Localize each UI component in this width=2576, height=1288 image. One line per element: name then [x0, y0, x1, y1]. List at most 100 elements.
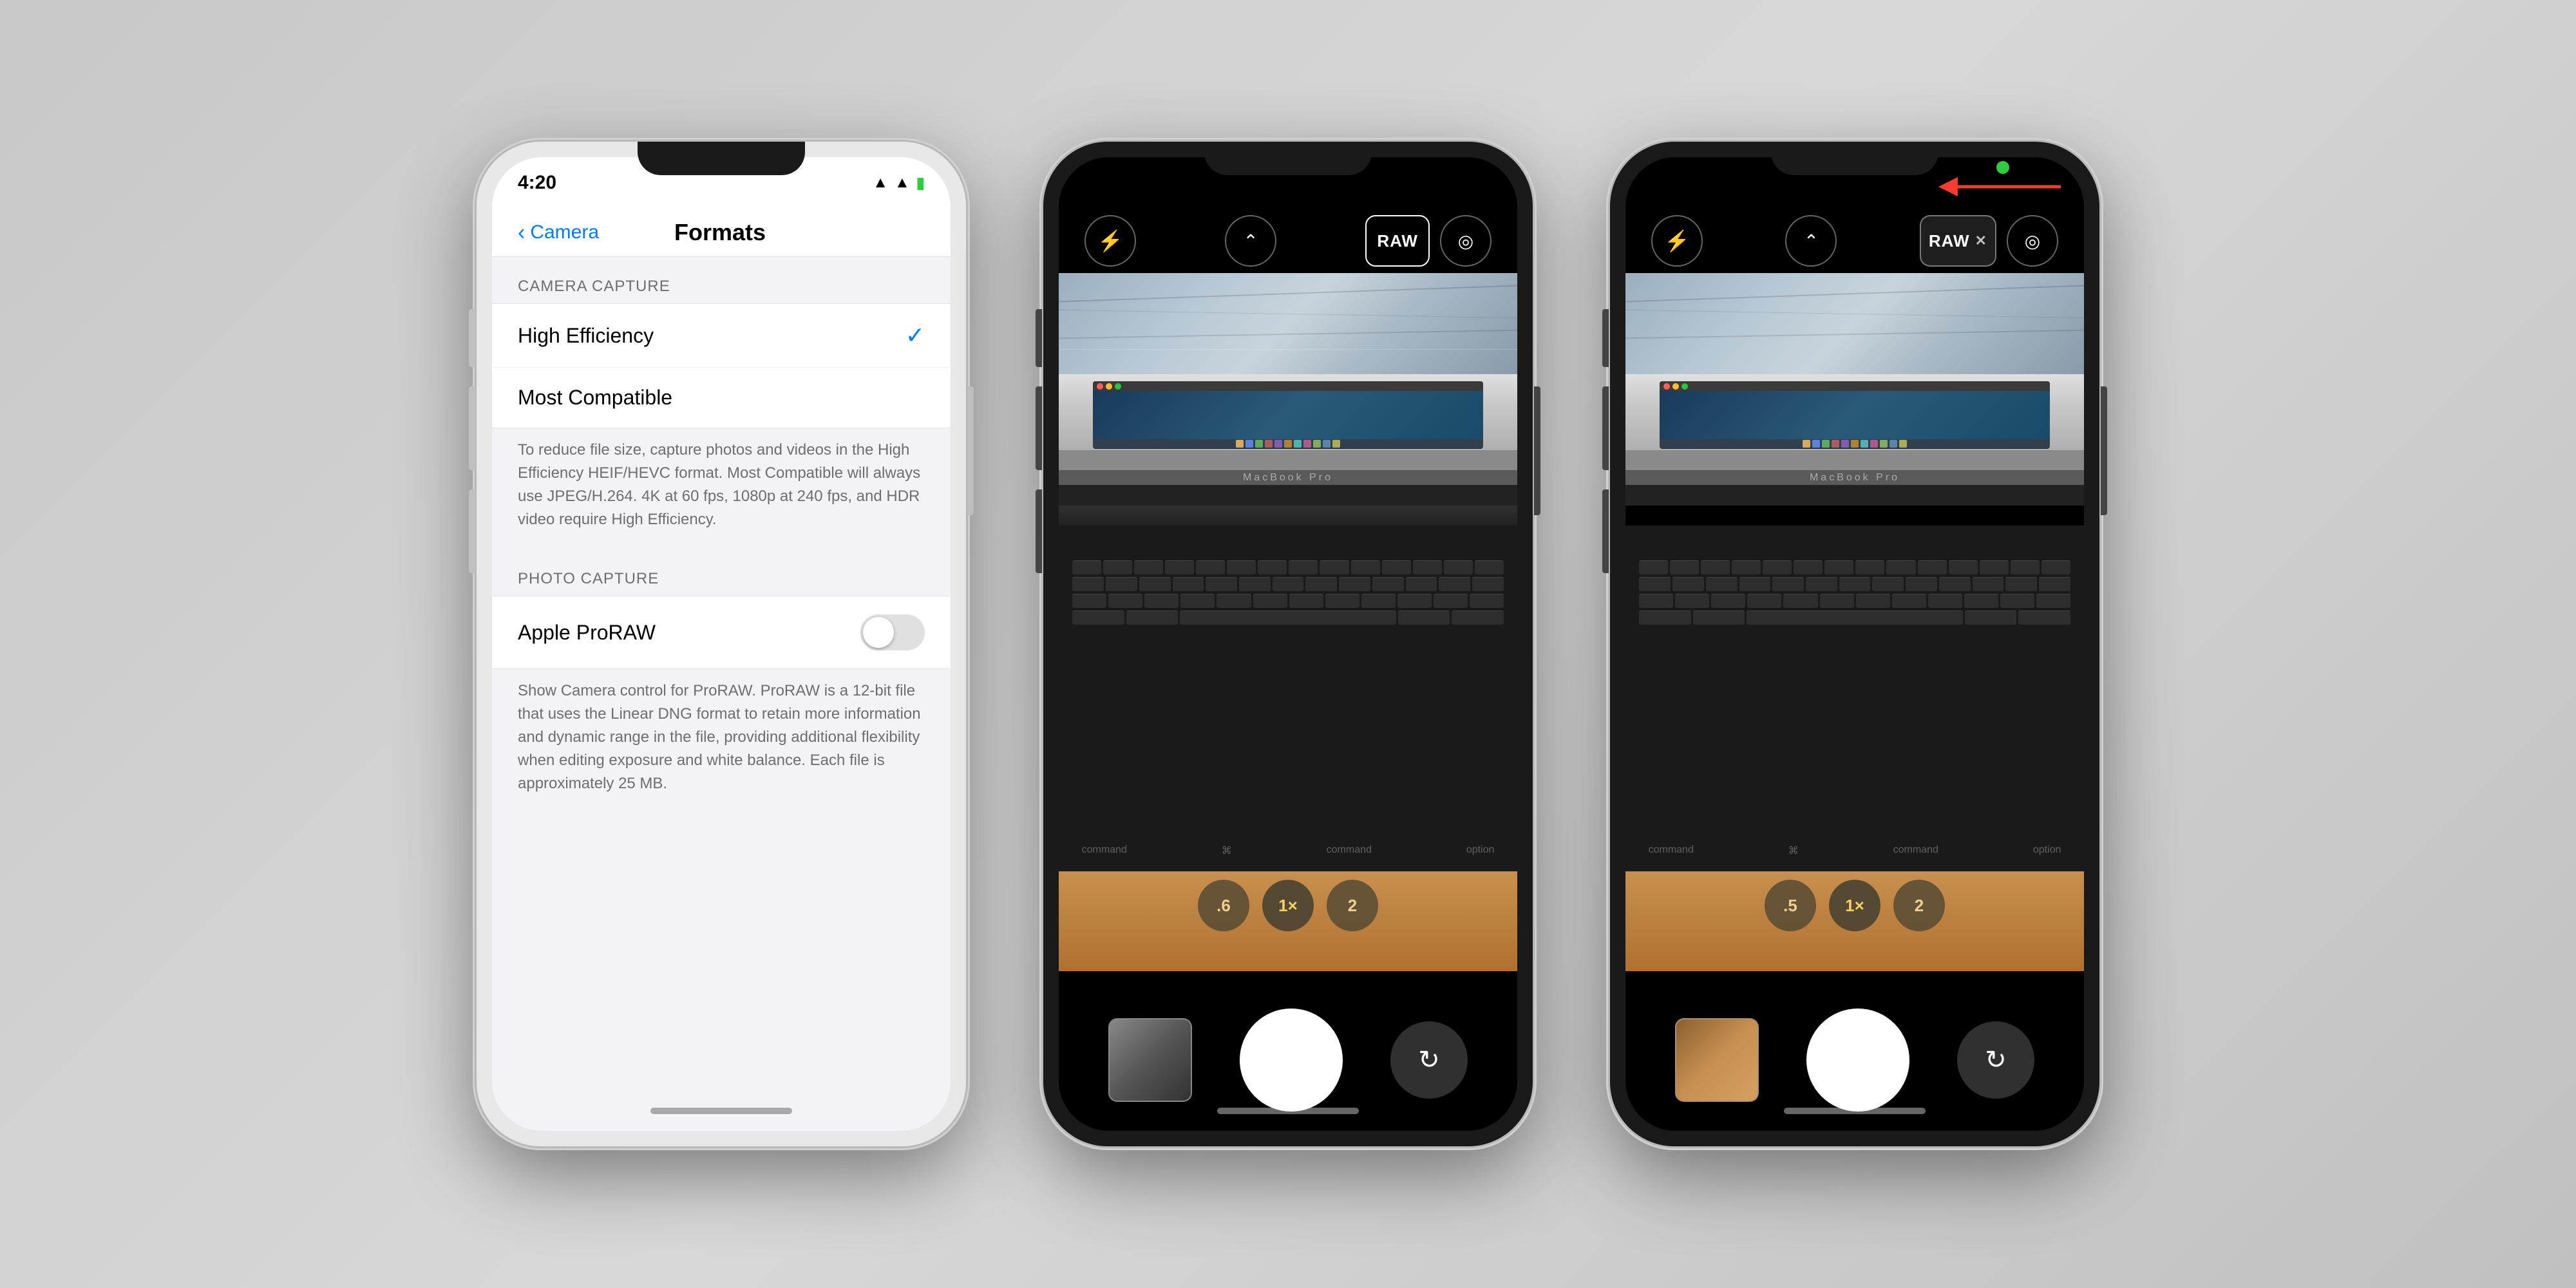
camera1-top-center: ⌃ — [1225, 215, 1276, 267]
notch-settings — [638, 142, 805, 175]
apple-proraw-row[interactable]: Apple ProRAW — [492, 596, 951, 668]
back-label: Camera — [530, 222, 599, 243]
zoom-2x-button[interactable]: 2 — [1327, 880, 1378, 931]
high-efficiency-label: High Efficiency — [518, 324, 654, 348]
zoom-0.6-label: .6 — [1217, 896, 1231, 916]
macbook-display-area: MacBook Pro — [1059, 273, 1517, 526]
apple-proraw-label: Apple ProRAW — [518, 621, 656, 645]
camera-capture-label: CAMERA CAPTURE — [492, 257, 951, 303]
raw-x-button[interactable]: RAW ✕ — [1920, 215, 1996, 267]
chevron-left-icon: ‹ — [518, 220, 525, 245]
flash-icon: ⚡ — [1097, 229, 1123, 253]
high-efficiency-row[interactable]: High Efficiency ✓ — [492, 304, 951, 368]
notch-camera1 — [1204, 142, 1372, 175]
camera2-viewfinder: MacBook Pro — [1625, 273, 2084, 938]
most-compatible-row[interactable]: Most Compatible — [492, 368, 951, 428]
live-photo-button-2[interactable]: ◎ — [2007, 215, 2058, 267]
shutter-inner — [1246, 1015, 1336, 1105]
volume-up-button[interactable] — [469, 386, 475, 470]
photo-capture-card: Apple ProRAW — [492, 596, 951, 669]
status-icons: ▲ ▲ ▮ — [873, 174, 925, 193]
zoom-0.6-button[interactable]: .6 — [1198, 880, 1249, 931]
last-photo-thumbnail-2[interactable] — [1675, 1018, 1759, 1102]
shutter-button[interactable] — [1240, 1009, 1343, 1112]
notch-camera2 — [1771, 142, 1938, 175]
aspect-ratio-button[interactable]: ⌃ — [1225, 215, 1276, 267]
photo-capture-description: Show Camera control for ProRAW. ProRAW i… — [492, 669, 951, 813]
raw-x-label: RAW — [1929, 231, 1970, 251]
zoom-2x-button-2[interactable]: 2 — [1893, 880, 1945, 931]
phone-camera1: ⚡ ⌃ RAW ◎ — [1043, 142, 1533, 1146]
photo-capture-label: PHOTO CAPTURE — [492, 549, 951, 596]
camera1-top-bar: ⚡ ⌃ RAW ◎ — [1059, 209, 1517, 273]
flip-camera-button[interactable]: ↻ — [1390, 1021, 1468, 1099]
volume-up-button-2[interactable] — [1036, 386, 1042, 470]
phone-camera2: ⚡ ⌃ RAW ✕ ◎ — [1610, 142, 2099, 1146]
status-time: 4:20 — [518, 172, 556, 194]
most-compatible-label: Most Compatible — [518, 386, 672, 410]
checkmark-icon: ✓ — [905, 322, 925, 349]
thumbnail-image-2 — [1676, 1019, 1757, 1101]
live-icon: ◎ — [1458, 231, 1473, 252]
zoom-1x-button-2[interactable]: 1× — [1829, 880, 1880, 931]
zoom-2x-label: 2 — [1348, 896, 1357, 916]
flash-button[interactable]: ⚡ — [1084, 215, 1136, 267]
zoom-0.5-label: .5 — [1783, 896, 1797, 916]
back-button[interactable]: ‹ Camera — [518, 220, 599, 245]
camera-capture-description: To reduce file size, capture photos and … — [492, 428, 951, 549]
zoom-2x-label-2: 2 — [1915, 896, 1924, 916]
red-arrow-indicator — [1932, 167, 2061, 209]
camera2-top-bar: ⚡ ⌃ RAW ✕ ◎ — [1625, 209, 2084, 273]
flash-icon-2: ⚡ — [1664, 229, 1690, 253]
camera-capture-card: High Efficiency ✓ Most Compatible — [492, 303, 951, 428]
zoom-1x-label-2: 1× — [1845, 896, 1864, 916]
home-indicator-2[interactable] — [1217, 1108, 1359, 1114]
flip-camera-button-2[interactable]: ↻ — [1957, 1021, 2034, 1099]
zoom-1x-label: 1× — [1278, 896, 1298, 916]
shutter-button-2[interactable] — [1806, 1009, 1909, 1112]
volume-down-button-2[interactable] — [1036, 489, 1042, 573]
mute-button-2[interactable] — [1036, 309, 1042, 367]
settings-screen: 4:20 ▲ ▲ ▮ ‹ Camera Formats CAMERA — [492, 157, 951, 1131]
home-indicator-3[interactable] — [1784, 1108, 1926, 1114]
last-photo-thumbnail[interactable] — [1108, 1018, 1192, 1102]
flip-icon: ↻ — [1418, 1045, 1440, 1075]
wifi-icon: ▲ — [895, 174, 910, 192]
power-button[interactable] — [967, 386, 974, 515]
camera1-viewfinder: MacBook Pro — [1059, 273, 1517, 938]
zoom-0.5-button[interactable]: .5 — [1765, 880, 1816, 931]
home-indicator[interactable] — [650, 1108, 792, 1114]
volume-down-button[interactable] — [469, 489, 475, 573]
thumbnail-image — [1110, 1019, 1191, 1101]
battery-icon: ▮ — [916, 174, 925, 193]
camera1-screen: ⚡ ⌃ RAW ◎ — [1059, 157, 1517, 1131]
arrow-up-icon: ⌃ — [1243, 231, 1258, 252]
shutter-inner-2 — [1813, 1015, 1903, 1105]
page-title: Formats — [599, 219, 841, 246]
raw-x-icon: ✕ — [1975, 232, 1987, 249]
phone-settings: 4:20 ▲ ▲ ▮ ‹ Camera Formats CAMERA — [477, 142, 966, 1146]
camera2-screen: ⚡ ⌃ RAW ✕ ◎ — [1625, 157, 2084, 1131]
mute-button[interactable] — [469, 309, 475, 367]
power-button-3[interactable] — [2101, 386, 2107, 515]
navigation-bar: ‹ Camera Formats — [492, 209, 951, 257]
raw-button[interactable]: RAW — [1365, 215, 1430, 267]
volume-up-button-3[interactable] — [1602, 386, 1609, 470]
arrow-up-icon-2: ⌃ — [1804, 231, 1819, 252]
aspect-ratio-button-2[interactable]: ⌃ — [1785, 215, 1837, 267]
volume-down-button-3[interactable] — [1602, 489, 1609, 573]
live-photo-button[interactable]: ◎ — [1440, 215, 1492, 267]
flash-button-2[interactable]: ⚡ — [1651, 215, 1703, 267]
mute-button-3[interactable] — [1602, 309, 1609, 367]
camera2-top-center: ⌃ — [1785, 215, 1837, 267]
flip-icon-2: ↻ — [1985, 1045, 2007, 1075]
proraw-toggle[interactable] — [860, 614, 925, 650]
power-button-2[interactable] — [1534, 386, 1540, 515]
macbook-keyboard-2: command ⌘ command option — [1625, 526, 2084, 871]
raw-label: RAW — [1377, 231, 1418, 251]
macbook-keyboard: command ⌘ command option — [1059, 526, 1517, 871]
live-icon-2: ◎ — [2025, 231, 2040, 252]
zoom-1x-button[interactable]: 1× — [1262, 880, 1314, 931]
macbook-display-area-2: MacBook Pro — [1625, 273, 2084, 526]
signal-icon: ▲ — [873, 174, 888, 192]
